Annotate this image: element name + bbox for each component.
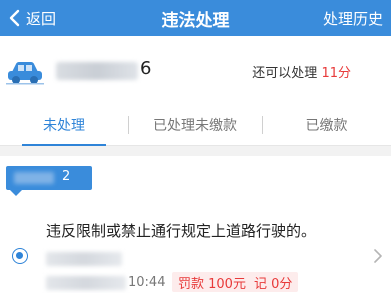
remaining-points-label: 还可以处理 [252, 66, 318, 81]
status-tabs: 未处理 已处理未缴款 已缴款 [0, 106, 391, 146]
violation-date-redacted [46, 276, 126, 290]
select-radio[interactable] [12, 248, 28, 264]
group-tag: 2 [6, 166, 92, 190]
tab-unprocessed[interactable]: 未处理 [0, 106, 128, 144]
fine-amount: 罚款 100元 [178, 276, 246, 292]
tab-processed-unpaid[interactable]: 已处理未缴款 [128, 106, 262, 144]
remaining-points: 还可以处理 11分 [252, 62, 351, 81]
group-tag-pointer [10, 190, 22, 196]
section-divider [0, 146, 391, 156]
chevron-right-icon [371, 248, 385, 264]
fine-badge: 罚款 100元 记 0分 [172, 272, 299, 292]
chevron-left-icon [4, 8, 24, 28]
penalty-points: 记 0分 [253, 276, 293, 292]
group-tag-redacted [14, 172, 54, 184]
history-button[interactable]: 处理历史 [323, 0, 383, 36]
plate-number-tail: 6 [140, 58, 152, 79]
back-button[interactable]: 返回 [4, 0, 56, 36]
violation-location-redacted [46, 252, 122, 266]
tab-paid[interactable]: 已缴款 [262, 106, 391, 144]
remaining-points-value: 11分 [321, 66, 351, 81]
group-count: 2 [62, 169, 71, 184]
violation-item[interactable]: 违反限制或禁止通行规定上道路行驶的。 10:44 罚款 100元 记 0分 [0, 204, 391, 293]
violation-time: 10:44 [128, 275, 166, 290]
radio-selected-dot [16, 252, 23, 259]
nav-header: 返回 违法处理 处理历史 [0, 0, 391, 36]
plate-number-redacted [56, 62, 138, 80]
back-label: 返回 [26, 9, 57, 28]
vehicle-summary: 6 还可以处理 11分 [0, 36, 391, 106]
violation-description: 违反限制或禁止通行规定上道路行驶的。 [46, 222, 317, 240]
car-icon [6, 58, 44, 86]
